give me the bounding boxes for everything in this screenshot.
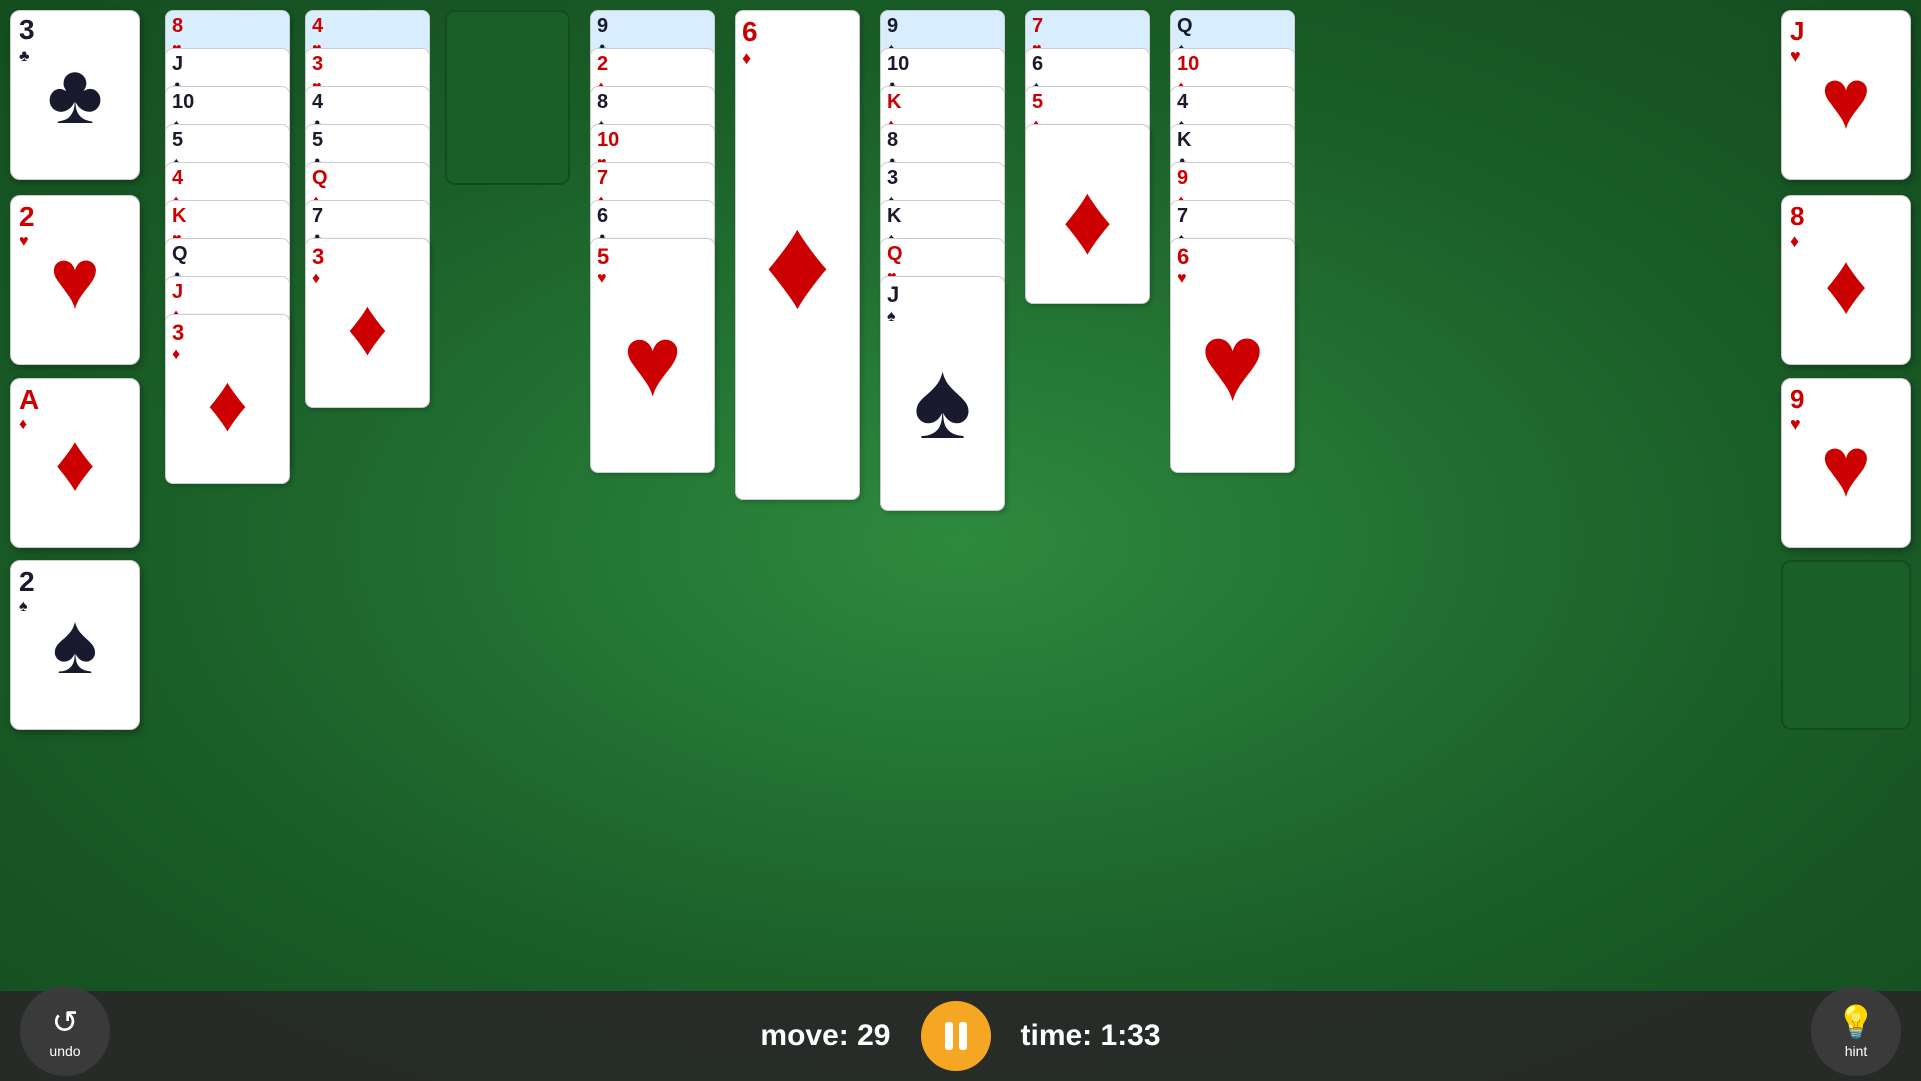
card-js-bottom[interactable]: J ♠ ♠ (880, 276, 1005, 511)
pause-button[interactable] (921, 1001, 991, 1071)
foundation-2-hearts[interactable]: 2 ♥ ♥ (10, 195, 140, 365)
undo-button[interactable]: ↺ undo (20, 986, 110, 1076)
right-empty-slot (1781, 560, 1911, 730)
foundation-a-diamonds[interactable]: A ♦ ♦ (10, 378, 140, 548)
right-card-9h[interactable]: 9 ♥ ♥ (1781, 378, 1911, 548)
card-large-diamond[interactable]: ♦ (1025, 124, 1150, 304)
right-card-8d[interactable]: 8 ♦ ♦ (1781, 195, 1911, 365)
foundation-3-clubs[interactable]: 3 ♣ ♣ (10, 10, 140, 180)
hint-button[interactable]: 💡 hint (1811, 986, 1901, 1076)
tableau-col-3-empty[interactable] (445, 10, 570, 185)
hint-icon: 💡 (1836, 1003, 1876, 1041)
tableau-col-5: 6 ♦ ♦ (735, 10, 860, 500)
card-3d-c2[interactable]: 3 ♦ ♦ (305, 238, 430, 408)
card-6d[interactable]: 6 ♦ ♦ (735, 10, 860, 500)
undo-icon: ↺ (52, 1003, 79, 1041)
hint-label: hint (1845, 1043, 1868, 1059)
move-count: move: 29 (760, 1019, 890, 1053)
card-6h-bottom[interactable]: 6 ♥ ♥ (1170, 238, 1295, 473)
card-3d-bottom[interactable]: 3 ♦ ♦ (165, 314, 290, 484)
right-card-jh[interactable]: J ♥ ♥ (1781, 10, 1911, 180)
bottom-bar: move: 29 time: 1:33 (0, 991, 1921, 1081)
card-5h-bottom[interactable]: 5 ♥ ♥ (590, 238, 715, 473)
pause-icon (945, 1022, 967, 1050)
foundation-2-spades[interactable]: 2 ♠ ♠ (10, 560, 140, 730)
game-table: 3 ♣ ♣ 2 ♥ ♥ A ♦ ♦ 2 ♠ ♠ 8♥ J♣ 10♠ (0, 0, 1921, 1081)
undo-label: undo (49, 1043, 80, 1059)
timer: time: 1:33 (1021, 1019, 1161, 1053)
